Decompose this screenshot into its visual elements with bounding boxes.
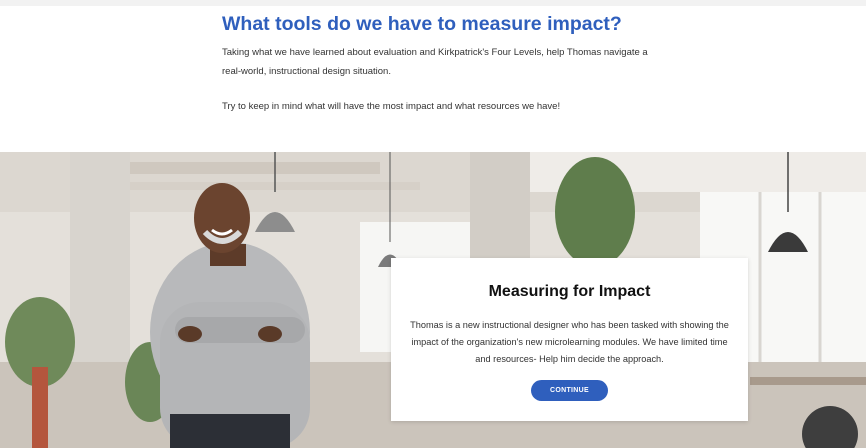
continue-button[interactable]: CONTINUE	[531, 380, 608, 401]
person-trousers	[170, 414, 290, 448]
person-hand	[178, 326, 202, 342]
ceiling-beam	[120, 162, 380, 174]
desk	[750, 377, 866, 385]
card-description: Thomas is a new instructional designer w…	[410, 320, 729, 364]
ceiling-beam	[120, 182, 420, 190]
intro-section: What tools do we have to measure impact?…	[0, 0, 866, 152]
page-title: What tools do we have to measure impact?	[222, 13, 622, 35]
plant	[555, 157, 635, 267]
person-hand	[258, 326, 282, 342]
card-title: Measuring for Impact	[488, 283, 651, 300]
top-strip	[0, 0, 866, 6]
plant-pot	[32, 367, 48, 448]
scenario-card: Measuring for Impact Thomas is a new ins…	[391, 258, 748, 421]
tip-paragraph: Try to keep in mind what will have the m…	[222, 101, 561, 112]
intro-paragraph: Taking what we have learned about evalua…	[222, 47, 648, 77]
